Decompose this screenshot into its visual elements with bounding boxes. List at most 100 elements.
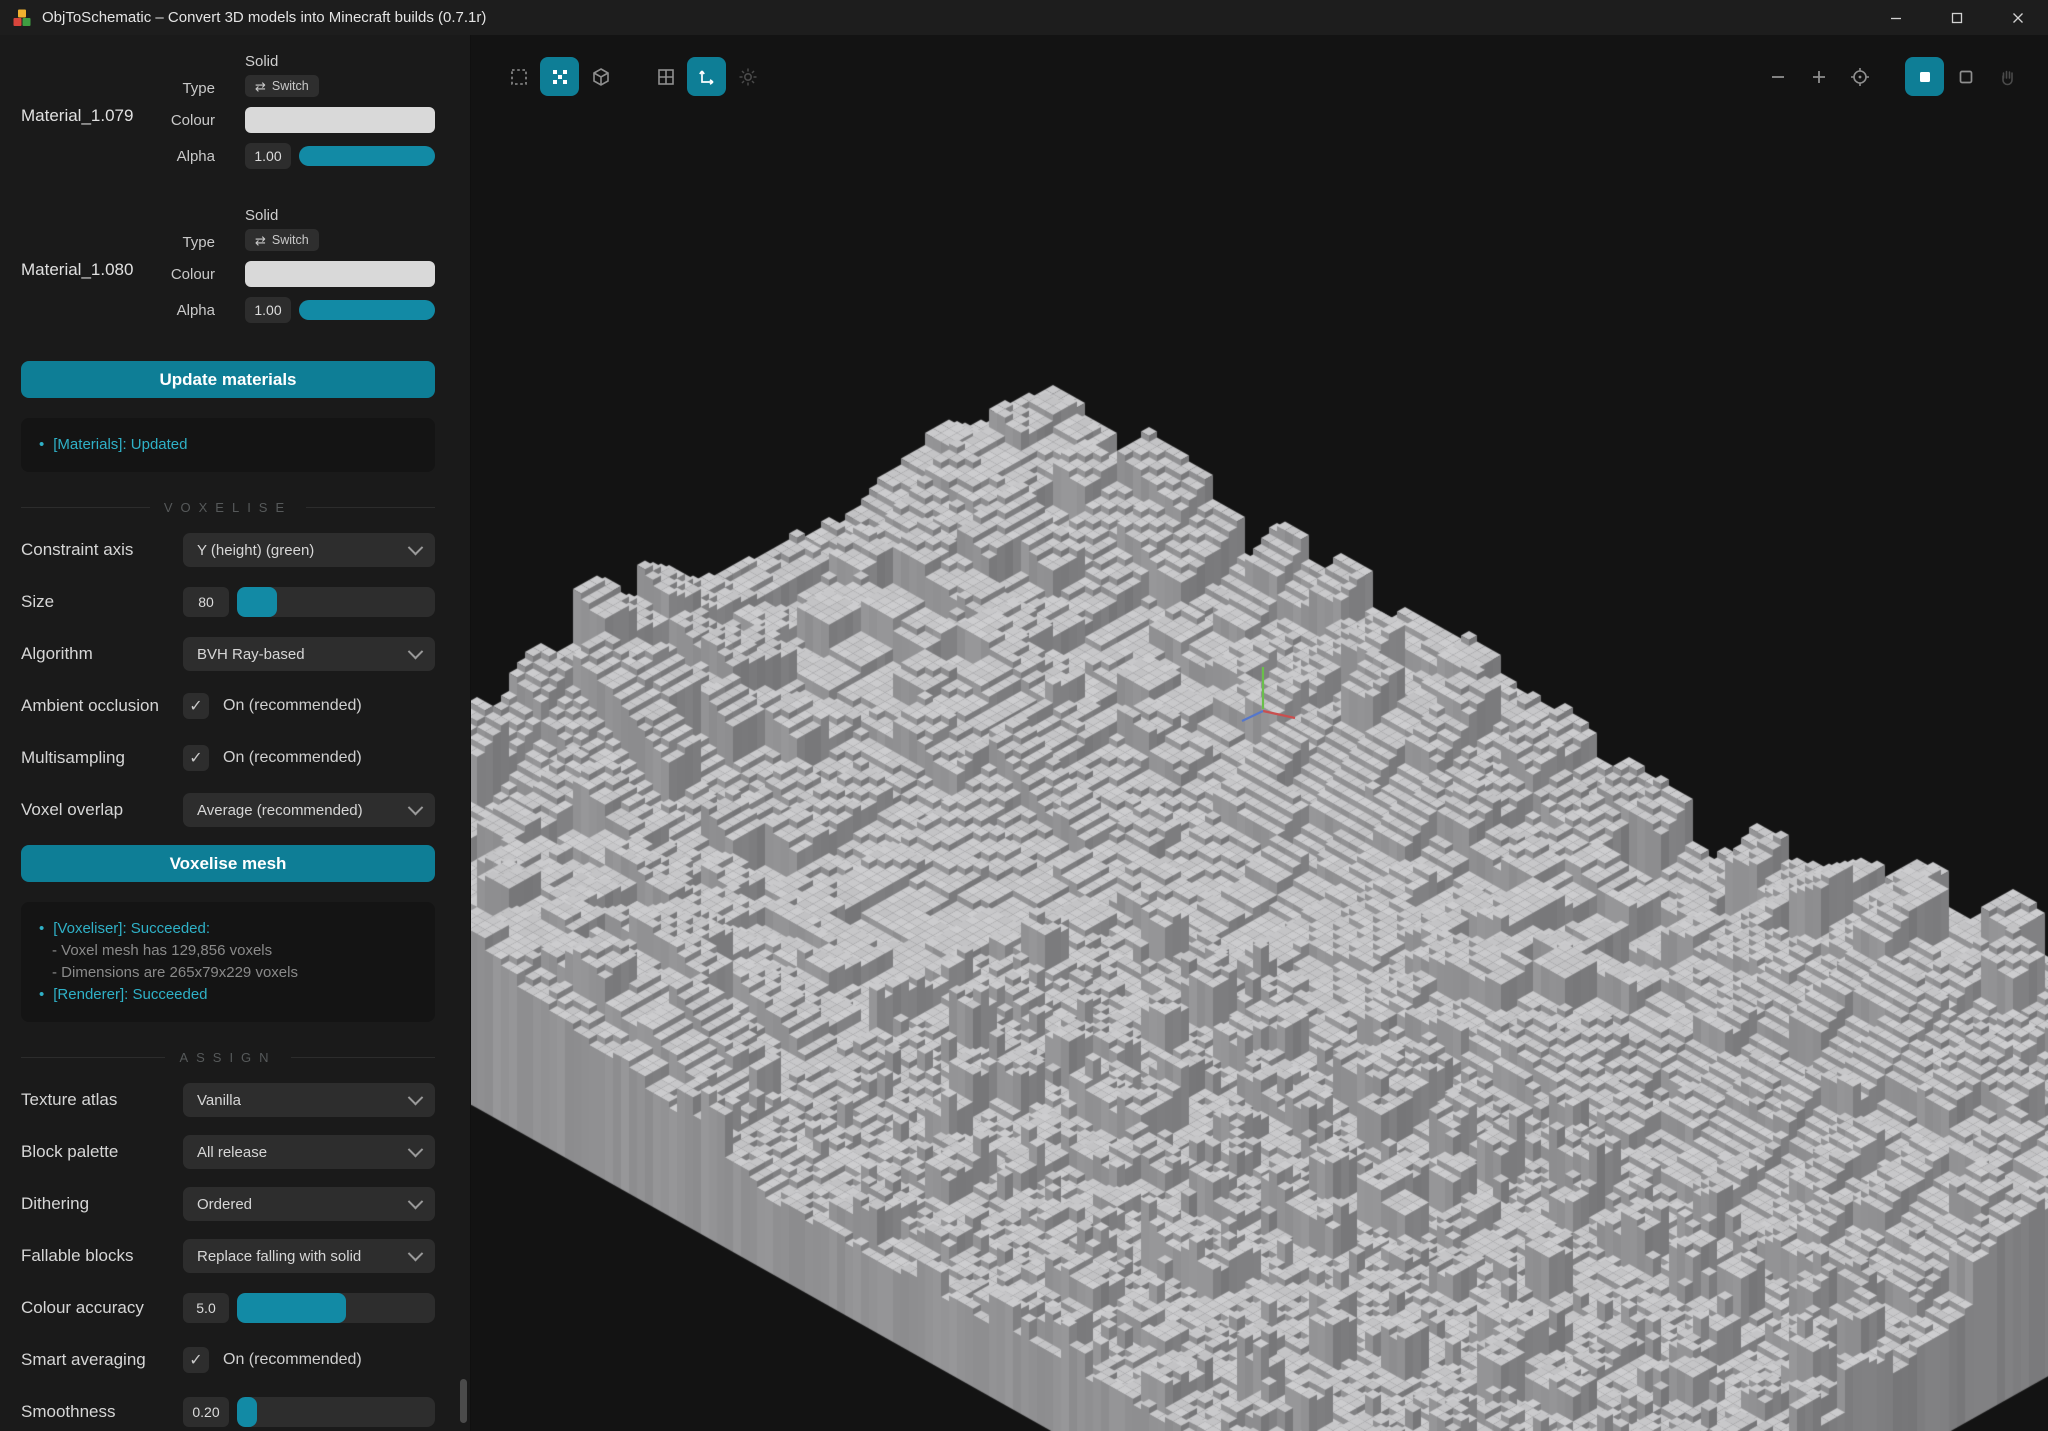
size-value-field[interactable]: 80 [183,587,229,617]
field-label: Type [145,80,215,97]
status-bullet-icon: • [39,434,44,456]
field-label: Colour accuracy [21,1298,183,1318]
chevron-down-icon [408,1245,424,1261]
colour-accuracy-slider[interactable] [237,1293,435,1323]
colour-swatch[interactable] [245,261,435,287]
field-label: Colour [145,112,215,129]
alpha-value-field[interactable]: 1.00 [245,143,291,169]
field-label: Texture atlas [21,1090,183,1110]
material-type-value: Solid [245,207,435,224]
smart-averaging-checkbox[interactable]: ✓ [183,1347,209,1373]
multisampling-checkbox[interactable]: ✓ [183,745,209,771]
ambient-occlusion-checkbox[interactable]: ✓ [183,693,209,719]
field-label: Block palette [21,1142,183,1162]
material-name: Material_1.080 [21,207,145,333]
status-bullet-icon: • [39,918,44,940]
field-label: Type [145,234,215,251]
row-texture-atlas: Texture atlas Vanilla [21,1083,435,1117]
voxel-view-icon [549,66,571,88]
algorithm-select[interactable]: BVH Ray-based [183,637,435,671]
texture-atlas-select[interactable]: Vanilla [183,1083,435,1117]
switch-material-type-button[interactable]: ⇄ Switch [245,75,319,97]
field-label: Size [21,592,183,612]
status-text: [Voxeliser]: Succeeded: [53,918,210,940]
orthographic-camera-button[interactable] [1946,57,1985,96]
shuffle-icon: ⇄ [255,234,266,247]
row-colour-accuracy: Colour accuracy 5.0 [21,1291,435,1325]
axes-toggle-button[interactable] [687,57,726,96]
materials-status-box: • [Materials]: Updated [21,418,435,472]
size-slider[interactable] [237,587,435,617]
section-divider-assign: ASSIGN [21,1050,435,1065]
maximize-button[interactable] [1926,0,1987,35]
chevron-down-icon [408,539,424,555]
alpha-value-field[interactable]: 1.00 [245,297,291,323]
colour-accuracy-value-field[interactable]: 5.0 [183,1293,229,1323]
close-button[interactable] [1987,0,2048,35]
dithering-select[interactable]: Ordered [183,1187,435,1221]
alpha-slider[interactable] [299,146,435,166]
app-logo-icon [12,8,32,28]
row-block-palette: Block palette All release [21,1135,435,1169]
field-label: Ambient occlusion [21,696,183,716]
close-icon [2012,12,2024,24]
shuffle-icon: ⇄ [255,80,266,93]
status-detail: - Dimensions are 265x79x229 voxels [39,962,298,984]
field-label: Algorithm [21,644,183,664]
material-type-value: Solid [245,53,435,70]
row-voxel-overlap: Voxel overlap Average (recommended) [21,793,435,827]
chevron-down-icon [408,1089,424,1105]
block-view-button[interactable] [581,57,620,96]
zoom-out-icon [1767,66,1789,88]
row-dithering: Dithering Ordered [21,1187,435,1221]
zoom-out-button[interactable] [1758,57,1797,96]
field-label: Smoothness [21,1402,183,1422]
smoothness-value-field[interactable]: 0.20 [183,1397,229,1427]
viewport-3d[interactable] [470,35,2048,1431]
switch-material-type-button[interactable]: ⇄ Switch [245,229,319,251]
window-title: ObjToSchematic – Convert 3D models into … [42,9,486,26]
section-divider-voxelise: VOXELISE [21,500,435,515]
lighting-toggle-button[interactable] [728,57,767,96]
field-label: Multisampling [21,748,183,768]
titlebar: ObjToSchematic – Convert 3D models into … [0,0,2048,35]
fallable-blocks-select[interactable]: Replace falling with solid [183,1239,435,1273]
block-palette-select[interactable]: All release [183,1135,435,1169]
minimize-button[interactable] [1865,0,1926,35]
grid-icon [655,66,677,88]
checkbox-label: On (recommended) [223,697,362,715]
reset-camera-button[interactable] [1840,57,1879,96]
update-materials-button[interactable]: Update materials [21,361,435,398]
checkbox-label: On (recommended) [223,1351,362,1369]
voxel-view-button[interactable] [540,57,579,96]
material-name: Material_1.079 [21,53,145,179]
check-icon: ✓ [189,696,202,716]
angle-snap-button[interactable] [1987,57,2026,96]
grid-toggle-button[interactable] [646,57,685,96]
check-icon: ✓ [189,1350,202,1370]
voxel-overlap-select[interactable]: Average (recommended) [183,793,435,827]
sidebar-scrollbar-thumb[interactable] [460,1379,467,1423]
axis-gizmo [1223,655,1313,745]
mesh-view-button[interactable] [499,57,538,96]
row-algorithm: Algorithm BVH Ray-based [21,637,435,671]
alpha-slider[interactable] [299,300,435,320]
smoothness-slider[interactable] [237,1397,435,1427]
constraint-axis-select[interactable]: Y (height) (green) [183,533,435,567]
field-label: Dithering [21,1194,183,1214]
colour-swatch[interactable] [245,107,435,133]
voxelise-mesh-button[interactable]: Voxelise mesh [21,845,435,882]
chevron-down-icon [408,1193,424,1209]
chevron-down-icon [408,1141,424,1157]
orthographic-icon [1955,66,1977,88]
zoom-in-button[interactable] [1799,57,1838,96]
material-section: Material_1.080 Type Solid ⇄ Switch Colou… [21,207,435,333]
maximize-icon [1951,12,1963,24]
field-label: Smart averaging [21,1350,183,1370]
field-label: Colour [145,266,215,283]
row-multisampling: Multisampling ✓ On (recommended) [21,741,435,775]
perspective-camera-button[interactable] [1905,57,1944,96]
field-label: Fallable blocks [21,1246,183,1266]
lighting-icon [737,66,759,88]
row-ambient-occlusion: Ambient occlusion ✓ On (recommended) [21,689,435,723]
